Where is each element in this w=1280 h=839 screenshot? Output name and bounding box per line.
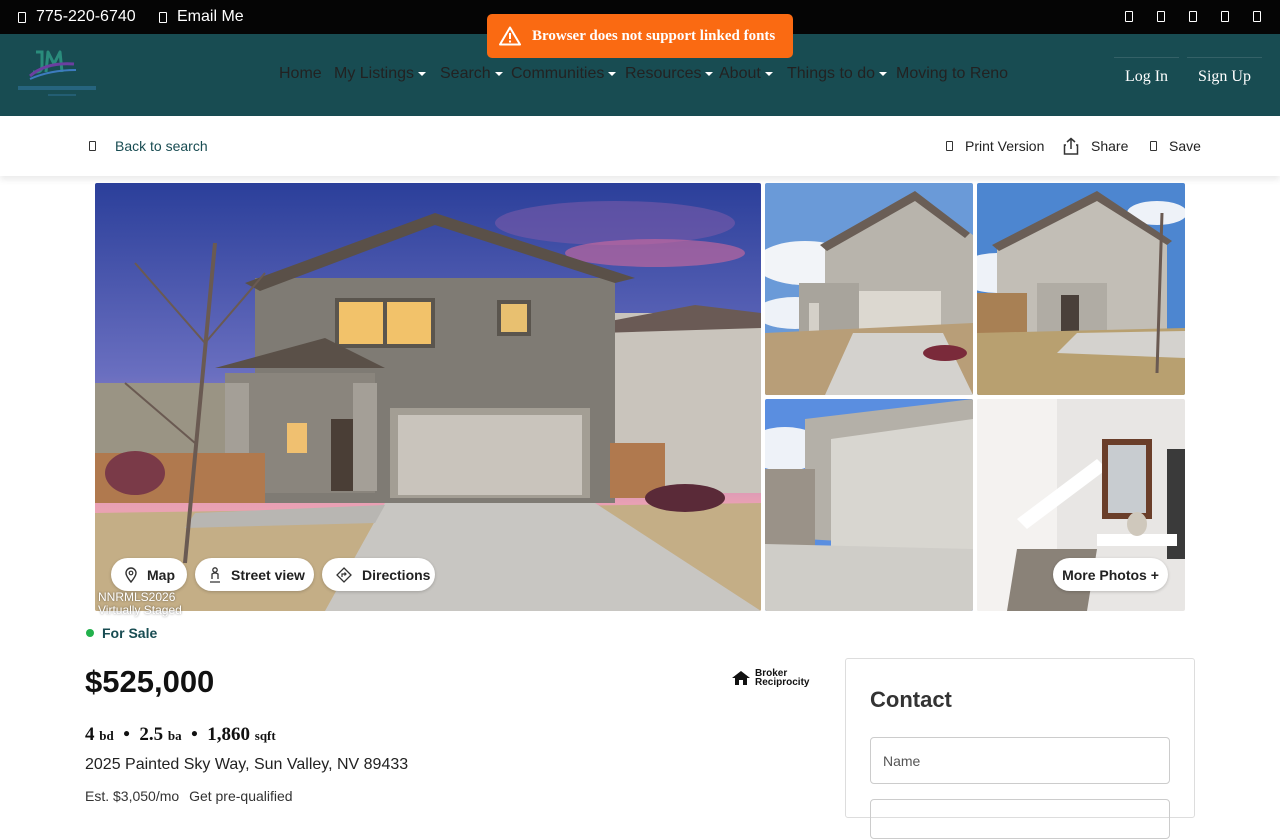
beds-value: 4 [85,724,95,745]
prequalify-link[interactable]: Get pre-qualified [189,788,293,804]
house-icon [732,671,750,685]
back-label: Back to search [115,138,208,154]
nav-about[interactable]: About [719,65,773,83]
garage-image [765,399,973,611]
email-icon [159,11,167,23]
directions-icon [336,566,352,583]
baths-unit: ba [167,728,182,743]
street-view-label: Street view [231,566,305,583]
name-input[interactable] [870,737,1170,784]
contact-title: Contact [870,687,952,712]
house-corner-image [977,183,1185,395]
phone-icon [18,11,26,23]
back-arrow-icon [89,141,96,151]
map-label: Map [147,566,175,583]
chevron-down-icon [879,71,888,76]
listing-address: 2025 Painted Sky Way, Sun Valley, NV 894… [85,756,409,773]
more-photos-button[interactable]: More Photos + [1053,558,1168,591]
nav-home[interactable]: Home [279,65,322,83]
directions-label: Directions [362,566,431,583]
nav-resources-label: Resources [625,65,702,82]
toast-message: Browser does not support linked fonts [532,27,776,44]
nav-things-to-do-label: Things to do [787,65,876,82]
estimate-text: Est. $3,050/mo [85,788,180,804]
listing-facts: 4 bd • 2.5 ba • 1,860 sqft [85,724,276,745]
nav-communities-label: Communities [511,65,605,82]
directions-button[interactable]: Directions [322,558,435,591]
nav-search[interactable]: Search [440,65,503,83]
login-button[interactable]: Log In [1114,57,1179,95]
share-label: Share [1091,138,1129,154]
more-photos-label: More Photos + [1062,566,1159,583]
social-icon-4[interactable] [1221,11,1229,22]
broker-line-2: Reciprocity [755,677,810,688]
house-side-image [765,183,973,395]
chevron-down-icon [494,71,503,76]
watermark-mls: NNRMLS2026 [98,590,176,604]
nav-communities[interactable]: Communities [511,65,617,83]
warning-icon [499,26,521,46]
signup-button[interactable]: Sign Up [1187,57,1262,95]
save-label: Save [1169,138,1201,154]
print-label: Print Version [965,138,1045,154]
baths-value: 2.5 [139,724,164,745]
status-label: For Sale [102,625,158,641]
main-photo[interactable] [95,183,761,611]
sqft-value: 1,860 [207,724,251,745]
street-view-button[interactable]: Street view [195,558,314,591]
status-dot-icon [86,629,94,637]
email-link[interactable]: Email Me [159,0,244,34]
thumbnail-photo-3[interactable] [765,399,973,611]
signup-label: Sign Up [1198,67,1251,85]
nav-search-label: Search [440,65,491,82]
street-view-person-icon [210,566,220,583]
print-button[interactable]: Print Version [946,116,1044,176]
social-icon-1[interactable] [1125,11,1133,22]
map-pin-icon [125,566,137,583]
status-badge: For Sale [86,625,157,641]
chevron-down-icon [608,71,617,76]
nav-things-to-do[interactable]: Things to do [787,65,888,83]
chevron-down-icon [418,71,427,76]
thumbnail-photo-1[interactable] [765,183,973,395]
font-warning-toast: Browser does not support linked fonts [487,14,793,58]
nav-my-listings-label: My Listings [334,65,415,82]
map-button[interactable]: Map [111,558,187,591]
contact-card: Contact [845,658,1195,839]
email-label: Email Me [177,8,244,25]
chevron-down-icon [764,71,773,76]
brand-logo[interactable] [16,48,98,100]
login-label: Log In [1124,67,1169,85]
photo-watermark: NNRMLS2026 Virtually Staged [98,590,182,617]
heart-icon [1150,141,1157,151]
nav-moving-to-reno[interactable]: Moving to Reno [896,65,1008,83]
social-icon-2[interactable] [1157,11,1165,22]
share-button[interactable]: Share [1063,116,1128,176]
save-button[interactable]: Save [1150,116,1201,176]
beds-unit: bd [99,728,114,743]
phone-link[interactable]: 775-220-6740 [18,0,136,34]
nav-home-label: Home [279,65,322,82]
house-exterior-image [95,183,761,611]
sqft-unit: sqft [254,728,276,743]
phone-number: 775-220-6740 [36,8,136,25]
next-input-field[interactable] [870,799,1170,839]
payment-estimate: Est. $3,050/mo Get pre-qualified [85,788,293,804]
listing-action-bar: Back to search Print Version Share Save [0,116,1280,176]
listing-price: $525,000 [85,664,215,699]
social-icon-3[interactable] [1189,11,1197,22]
thumbnail-photo-2[interactable] [977,183,1185,395]
nav-my-listings[interactable]: My Listings [334,65,427,83]
nav-resources[interactable]: Resources [625,65,714,83]
share-icon [1063,137,1079,155]
nav-about-label: About [719,65,761,82]
print-icon [946,141,953,151]
broker-reciprocity-logo: Broker Reciprocity [731,669,810,688]
watermark-staged: Virtually Staged [98,603,182,617]
back-to-search-button[interactable]: Back to search [89,116,208,176]
chevron-down-icon [705,71,714,76]
social-icon-5[interactable] [1253,11,1261,22]
nav-moving-to-reno-label: Moving to Reno [896,65,1009,82]
